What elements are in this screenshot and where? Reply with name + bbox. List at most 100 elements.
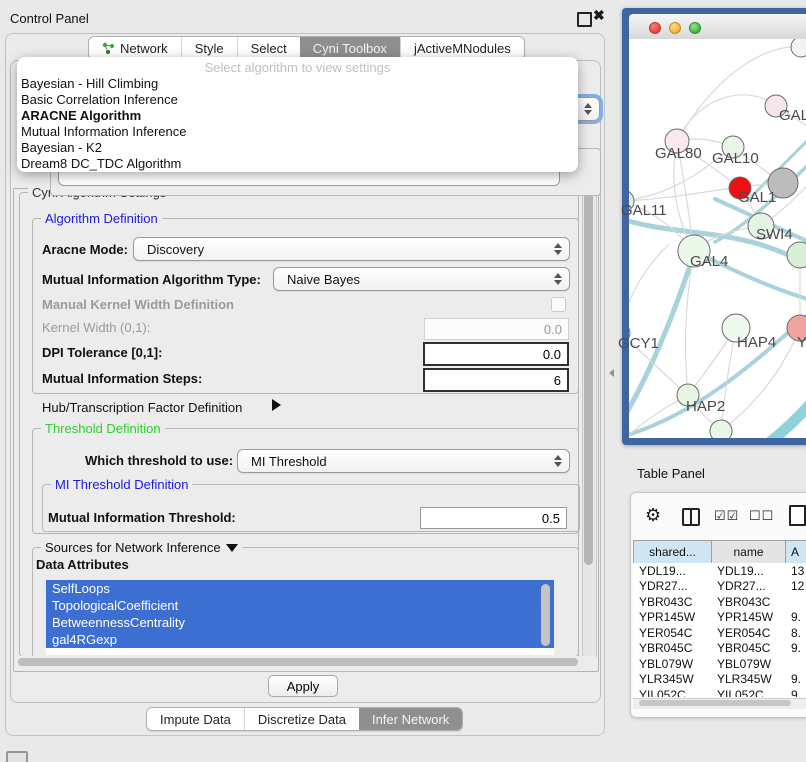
tab-cyni-toolbox-label: Cyni Toolbox bbox=[313, 41, 387, 56]
table-row[interactable]: YDR27... YDR27... 12 bbox=[633, 579, 806, 595]
aracne-mode-label: Aracne Mode: bbox=[42, 242, 128, 257]
tab-style[interactable]: Style bbox=[181, 37, 237, 59]
popup-item-dream8[interactable]: Dream8 DC_TDC Algorithm bbox=[17, 156, 578, 172]
cell-value: 9. bbox=[785, 672, 806, 686]
tab-select[interactable]: Select bbox=[237, 37, 300, 59]
node-label: GAL11 bbox=[621, 202, 667, 219]
tab-cyni-toolbox[interactable]: Cyni Toolbox bbox=[300, 37, 400, 59]
table-row[interactable]: YER054C YER054C 8. bbox=[633, 625, 806, 641]
node-label: GAL80 bbox=[655, 145, 702, 162]
list-item-gal4rgexp[interactable]: gal4RGexp bbox=[46, 631, 554, 648]
cell-shared: YER054C bbox=[633, 626, 711, 640]
popup-item-bayesian-hill-climbing[interactable]: Bayesian - Hill Climbing bbox=[17, 76, 578, 92]
mi-threshold-input[interactable] bbox=[420, 507, 567, 529]
aracne-mode-combo[interactable]: Discovery bbox=[133, 237, 570, 261]
mi-steps-input[interactable] bbox=[423, 368, 569, 392]
column-header-shared-label: shared... bbox=[649, 545, 696, 559]
popup-item-aracne[interactable]: ARACNE Algorithm bbox=[17, 108, 578, 124]
hub-expander-icon[interactable] bbox=[272, 399, 281, 411]
network-tab-icon bbox=[102, 42, 115, 55]
window-close-button[interactable] bbox=[649, 22, 661, 34]
table-row[interactable]: YIL052C YIL052C 9. bbox=[633, 687, 806, 697]
deselect-all-icon[interactable]: ☐☐ bbox=[749, 508, 774, 524]
tab-jactivemnodules[interactable]: jActiveMNodules bbox=[400, 37, 524, 59]
tab-impute-data-label: Impute Data bbox=[160, 712, 231, 727]
list-item-betweennesscentrality[interactable]: BetweennessCentrality bbox=[46, 614, 554, 631]
mi-threshold-label: Mutual Information Threshold: bbox=[48, 510, 236, 525]
sources-title-text: Sources for Network Inference bbox=[45, 540, 221, 555]
kernel-width-input[interactable] bbox=[424, 318, 569, 340]
node-label: GAL1 bbox=[738, 189, 776, 206]
mi-steps-label: Mutual Information Steps: bbox=[42, 371, 202, 386]
settings-vscrollbar-thumb[interactable] bbox=[584, 193, 593, 565]
attributes-list-scrollbar[interactable] bbox=[541, 584, 550, 646]
column-selector-icon[interactable] bbox=[682, 508, 700, 526]
table-row[interactable]: YLR345W YLR345W 9. bbox=[633, 672, 806, 688]
cell-value: 12 bbox=[785, 579, 806, 593]
close-panel-icon[interactable]: ✖ bbox=[593, 7, 605, 24]
cell-value: 13 bbox=[785, 564, 806, 578]
which-threshold-value: MI Threshold bbox=[251, 454, 327, 469]
list-item-selfloops[interactable]: SelfLoops bbox=[46, 580, 554, 597]
cell-shared: YLR345W bbox=[633, 672, 711, 686]
new-table-icon[interactable] bbox=[789, 505, 806, 526]
tab-jactivemnodules-label: jActiveMNodules bbox=[414, 41, 511, 56]
mi-type-combo[interactable]: Naive Bayes bbox=[273, 267, 570, 291]
tab-discretize-data[interactable]: Discretize Data bbox=[244, 708, 359, 730]
popup-item-bayesian-k2[interactable]: Bayesian - K2 bbox=[17, 140, 578, 156]
window-zoom-button[interactable] bbox=[689, 22, 701, 34]
combo-stepper-icon bbox=[554, 273, 562, 285]
network-window-titlebar[interactable] bbox=[629, 14, 806, 40]
network-node[interactable] bbox=[791, 39, 806, 57]
cell-value: 8. bbox=[785, 626, 806, 640]
table-hscrollbar-thumb[interactable] bbox=[639, 700, 791, 706]
which-threshold-combo[interactable]: MI Threshold bbox=[237, 449, 570, 473]
minimized-panel-icon[interactable] bbox=[6, 751, 28, 762]
network-node[interactable] bbox=[710, 420, 732, 438]
column-header-name-label: name bbox=[733, 545, 763, 559]
column-header-shared-name[interactable]: shared... bbox=[634, 541, 712, 563]
cell-name: YDR27... bbox=[711, 579, 785, 593]
tab-network[interactable]: Network bbox=[89, 37, 181, 59]
table-settings-gear-icon[interactable]: ⚙ bbox=[645, 505, 661, 526]
table-row[interactable]: YBR045C YBR045C 9. bbox=[633, 641, 806, 657]
tab-infer-network[interactable]: Infer Network bbox=[359, 708, 462, 730]
divider-collapse-icon[interactable] bbox=[609, 369, 614, 377]
sources-collapse-icon[interactable] bbox=[226, 544, 238, 552]
popup-item-basic-correlation[interactable]: Basic Correlation Inference bbox=[17, 92, 578, 108]
cell-name: YBR045C bbox=[711, 641, 785, 655]
cell-shared: YDL19... bbox=[633, 564, 711, 578]
column-header-value-label: A bbox=[791, 545, 799, 559]
tab-impute-data[interactable]: Impute Data bbox=[147, 708, 244, 730]
combo-stepper-icon bbox=[584, 103, 592, 115]
apply-button[interactable]: Apply bbox=[268, 675, 338, 697]
which-threshold-label: Which threshold to use: bbox=[85, 453, 233, 468]
column-header-value[interactable]: A bbox=[786, 541, 806, 563]
cell-shared: YBR045C bbox=[633, 641, 711, 655]
manual-kernel-checkbox[interactable] bbox=[551, 297, 566, 312]
column-header-name[interactable]: name bbox=[712, 541, 786, 563]
table-row[interactable]: YDL19... YDL19... 13 bbox=[633, 563, 806, 579]
cell-shared: YBL079W bbox=[633, 657, 711, 671]
table-row[interactable]: YBR043C YBR043C bbox=[633, 594, 806, 610]
window-minimize-button[interactable] bbox=[669, 22, 681, 34]
settings-hscrollbar-thumb[interactable] bbox=[18, 658, 578, 666]
cell-name: YDL19... bbox=[711, 564, 785, 578]
threshold-definition-title: Threshold Definition bbox=[41, 421, 165, 436]
cell-name: YBL079W bbox=[711, 657, 785, 671]
float-panel-button[interactable] bbox=[577, 12, 592, 27]
cell-name: YER054C bbox=[711, 626, 785, 640]
mi-type-value: Naive Bayes bbox=[287, 272, 360, 287]
node-label: HAP4 bbox=[737, 334, 776, 351]
table-row[interactable]: YPR145W YPR145W 9. bbox=[633, 610, 806, 626]
network-node[interactable] bbox=[787, 242, 806, 268]
tab-infer-network-label: Infer Network bbox=[372, 712, 449, 727]
cell-shared: YDR27... bbox=[633, 579, 711, 593]
list-item-topologicalcoefficient[interactable]: TopologicalCoefficient bbox=[46, 597, 554, 614]
kernel-width-label: Kernel Width (0,1): bbox=[42, 320, 150, 335]
popup-item-mutual-information[interactable]: Mutual Information Inference bbox=[17, 124, 578, 140]
select-all-icon[interactable]: ☑☑ bbox=[714, 508, 739, 524]
table-row[interactable]: YBL079W YBL079W bbox=[633, 656, 806, 672]
cell-shared: YBR043C bbox=[633, 595, 711, 609]
dpi-tolerance-input[interactable] bbox=[423, 342, 569, 366]
